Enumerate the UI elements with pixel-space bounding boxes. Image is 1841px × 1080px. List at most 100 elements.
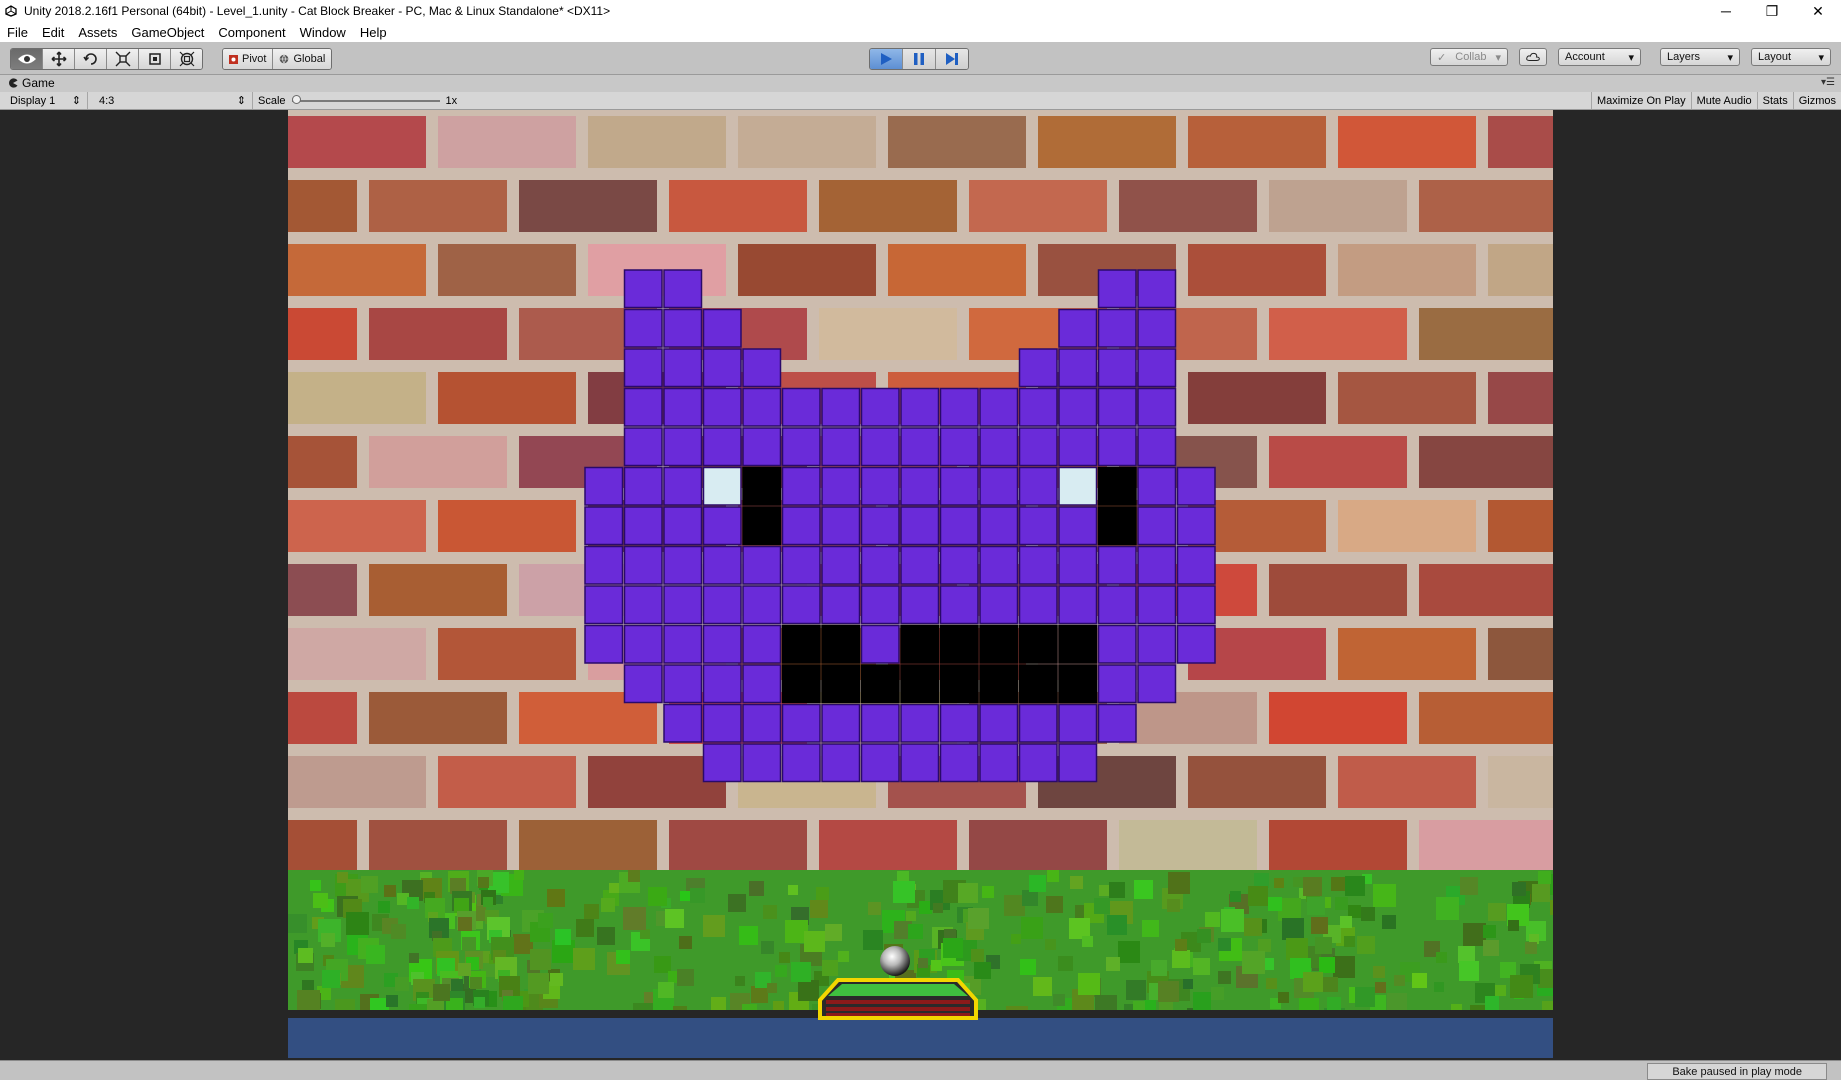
- cat-brick: [1058, 308, 1098, 348]
- game-view: [0, 110, 1841, 1060]
- chevron-down-icon: ▾: [1628, 51, 1634, 64]
- account-dropdown[interactable]: Account ▾: [1558, 48, 1641, 66]
- cat-brick: [1137, 466, 1177, 506]
- step-icon: [946, 53, 958, 65]
- cat-brick: [900, 664, 940, 704]
- layers-dropdown[interactable]: Layers ▾: [1660, 48, 1740, 66]
- chevron-down-icon: ▾: [1495, 51, 1501, 64]
- collab-dropdown[interactable]: ✓ Collab ▾: [1430, 48, 1508, 66]
- minimize-button[interactable]: ─: [1703, 0, 1749, 22]
- cat-brick: [1097, 348, 1137, 388]
- aspect-dropdown[interactable]: 4:3 ⇕: [93, 92, 253, 109]
- display-dropdown[interactable]: Display 1 ⇕: [4, 92, 88, 109]
- restore-button[interactable]: ❐: [1749, 0, 1795, 22]
- move-icon: [51, 51, 66, 67]
- gizmos-dropdown[interactable]: Gizmos: [1792, 92, 1841, 109]
- status-bar: Bake paused in play mode: [0, 1060, 1841, 1080]
- menu-component[interactable]: Component: [211, 25, 292, 40]
- cat-brick: [939, 743, 979, 783]
- cat-brick: [939, 466, 979, 506]
- tab-menu-icon[interactable]: ▾☰: [1821, 77, 1835, 88]
- cat-brick: [702, 545, 742, 585]
- pivot-button[interactable]: Pivot: [223, 49, 274, 69]
- tab-game[interactable]: Game: [8, 76, 55, 90]
- cat-brick: [1018, 545, 1058, 585]
- cat-brick: [663, 624, 703, 664]
- cat-brick: [623, 585, 663, 625]
- cat-brick: [1058, 624, 1098, 664]
- cat-brick: [900, 743, 940, 783]
- menu-help[interactable]: Help: [353, 25, 394, 40]
- cat-brick: [663, 387, 703, 427]
- game-scene[interactable]: [288, 110, 1553, 1058]
- cat-brick: [821, 545, 861, 585]
- cat-brick: [1097, 703, 1137, 743]
- cat-brick: [900, 545, 940, 585]
- cat-brick: [979, 387, 1019, 427]
- game-tab-label: Game: [22, 76, 55, 90]
- menu-assets[interactable]: Assets: [71, 25, 124, 40]
- cat-brick: [1018, 703, 1058, 743]
- check-icon: ✓: [1437, 51, 1447, 64]
- cat-brick: [742, 348, 782, 388]
- hand-tool-button[interactable]: [11, 49, 43, 69]
- cat-brick: [860, 585, 900, 625]
- cat-brick: [1058, 545, 1098, 585]
- move-tool-button[interactable]: [43, 49, 75, 69]
- menu-window[interactable]: Window: [293, 25, 353, 40]
- cat-brick: [623, 624, 663, 664]
- menu-edit[interactable]: Edit: [35, 25, 71, 40]
- cat-brick: [781, 427, 821, 467]
- menu-gameobject[interactable]: GameObject: [124, 25, 211, 40]
- cat-brick: [742, 427, 782, 467]
- floor-bar: [288, 1018, 1553, 1058]
- close-button[interactable]: ✕: [1795, 0, 1841, 22]
- cat-brick: [742, 743, 782, 783]
- layers-label: Layers: [1667, 51, 1701, 63]
- menu-file[interactable]: File: [0, 25, 35, 40]
- cat-brick: [702, 624, 742, 664]
- cat-brick: [979, 466, 1019, 506]
- rotate-tool-button[interactable]: [75, 49, 107, 69]
- scale-slider[interactable]: [291, 94, 440, 104]
- rect-tool-button[interactable]: [139, 49, 171, 69]
- cat-brick: [979, 545, 1019, 585]
- cloud-button[interactable]: [1519, 48, 1547, 66]
- collab-label: Collab: [1455, 51, 1487, 63]
- cat-brick: [1058, 348, 1098, 388]
- pivot-label: Pivot: [242, 53, 267, 65]
- transform-tool-button[interactable]: [171, 49, 202, 69]
- cat-brick: [1058, 664, 1098, 704]
- window-title: Unity 2018.2.16f1 Personal (64bit) - Lev…: [24, 4, 611, 18]
- main-toolbar: Pivot Global ✓ Collab ▾ Account ▾ Layers…: [0, 42, 1841, 75]
- cat-brick: [623, 308, 663, 348]
- cat-brick: [821, 624, 861, 664]
- cat-brick: [742, 387, 782, 427]
- play-button[interactable]: [870, 49, 903, 69]
- cat-brick: [702, 703, 742, 743]
- global-button[interactable]: Global: [273, 49, 332, 69]
- cat-brick: [860, 624, 900, 664]
- scale-tool-button[interactable]: [107, 49, 139, 69]
- cat-brick: [1058, 427, 1098, 467]
- cat-brick: [900, 466, 940, 506]
- mute-audio-toggle[interactable]: Mute Audio: [1690, 92, 1757, 109]
- layout-dropdown[interactable]: Layout ▾: [1751, 48, 1831, 66]
- cat-brick: [939, 585, 979, 625]
- cat-brick: [1058, 585, 1098, 625]
- cat-brick: [1058, 387, 1098, 427]
- stats-toggle[interactable]: Stats: [1756, 92, 1793, 109]
- pacman-icon: [9, 78, 18, 88]
- pause-button[interactable]: [903, 49, 936, 69]
- cat-brick: [1137, 348, 1177, 388]
- maximize-on-play-toggle[interactable]: Maximize On Play: [1590, 92, 1691, 109]
- cat-brick: [1097, 506, 1137, 546]
- cat-brick: [663, 466, 703, 506]
- cat-brick: [1097, 466, 1137, 506]
- scale-slider-thumb[interactable]: [291, 94, 301, 104]
- cat-brick: [939, 427, 979, 467]
- cat-brick: [663, 506, 703, 546]
- scale-label: Scale: [258, 94, 286, 107]
- cat-brick: [1137, 387, 1177, 427]
- step-button[interactable]: [936, 49, 968, 69]
